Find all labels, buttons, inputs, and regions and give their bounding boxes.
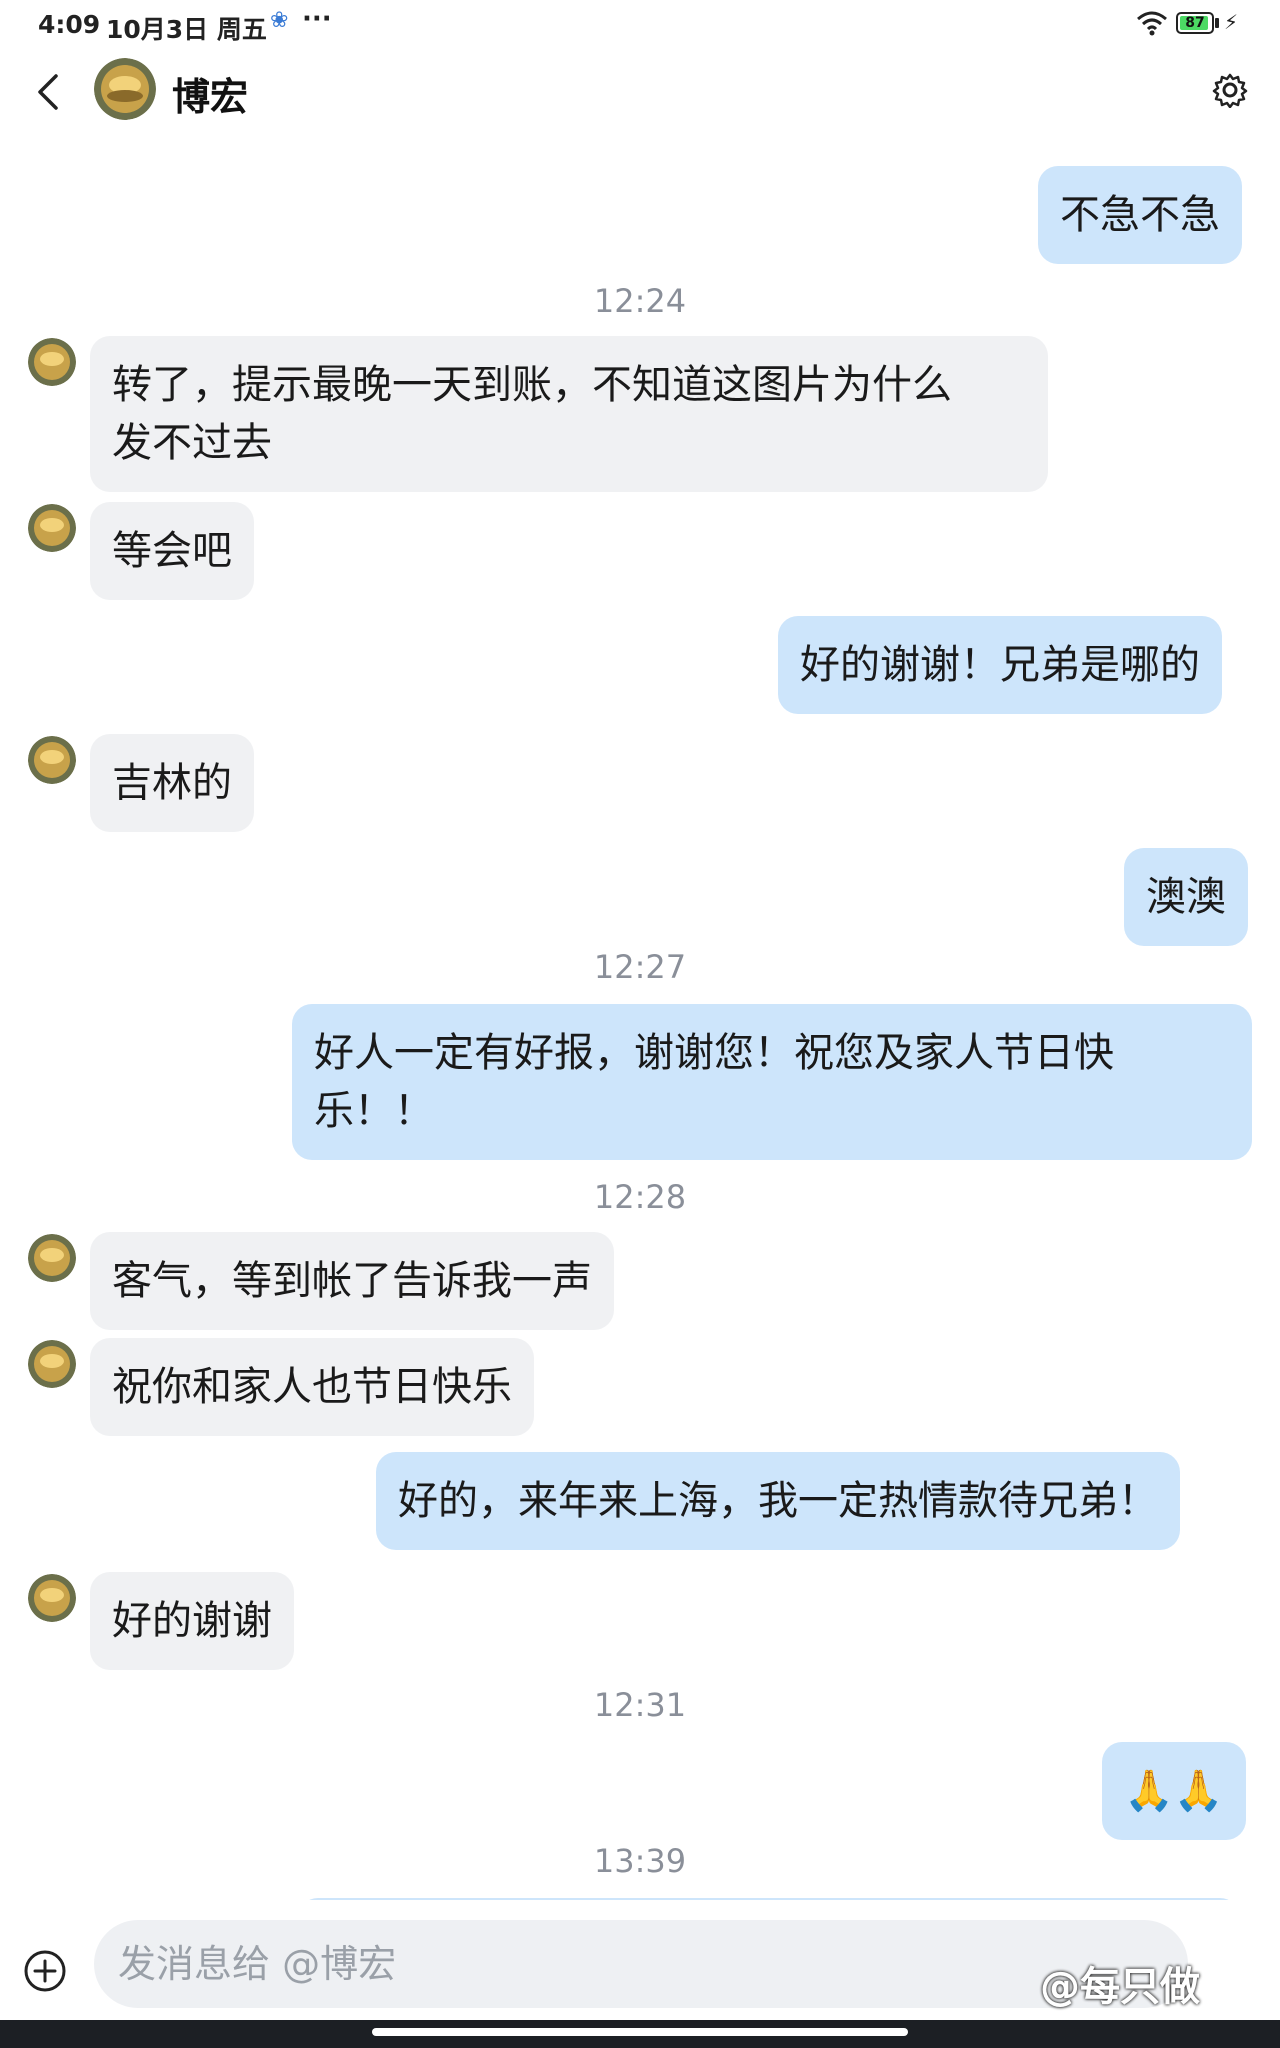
chevron-left-icon[interactable] bbox=[28, 70, 72, 114]
message-input-bar: @每只做 bbox=[0, 1900, 1280, 2020]
outgoing-message[interactable]: 不急不急 bbox=[1038, 166, 1242, 264]
plus-circle-icon[interactable] bbox=[22, 1948, 68, 1994]
wifi-icon bbox=[1137, 11, 1167, 36]
contact-avatar[interactable] bbox=[28, 504, 76, 552]
battery-level: 87 bbox=[1185, 15, 1205, 31]
status-date: 10月3日 周五 bbox=[106, 15, 267, 44]
navigation-bar bbox=[0, 2020, 1280, 2048]
watermark: @每只做 bbox=[1040, 1964, 1200, 2010]
message-list[interactable]: 不急不急 12:24 转了，提示最晚一天到账，不知道这图片为什么 发不过去 等会… bbox=[0, 140, 1280, 1918]
charging-icon: ⚡ bbox=[1224, 10, 1239, 34]
outgoing-message[interactable]: 好的，来年来上海，我一定热情款待兄弟！ bbox=[376, 1452, 1180, 1550]
incoming-message[interactable]: 好的谢谢 bbox=[90, 1572, 294, 1670]
contact-avatar[interactable] bbox=[28, 1574, 76, 1622]
message-timestamp: 12:31 bbox=[593, 1686, 687, 1724]
outgoing-message[interactable]: 好人一定有好报，谢谢您！祝您及家人节日快 乐！！ bbox=[292, 1004, 1252, 1160]
outgoing-message[interactable]: 澳澳 bbox=[1124, 848, 1248, 946]
incoming-message[interactable]: 转了，提示最晚一天到账，不知道这图片为什么 发不过去 bbox=[90, 336, 1048, 492]
status-more-indicator: ··· bbox=[302, 4, 332, 34]
message-timestamp: 12:28 bbox=[593, 1178, 687, 1216]
notification-app-icon: ❀ bbox=[270, 8, 289, 33]
incoming-message[interactable]: 客气，等到帐了告诉我一声 bbox=[90, 1232, 614, 1330]
home-indicator[interactable] bbox=[372, 2028, 908, 2036]
outgoing-message[interactable]: 🙏🙏 bbox=[1102, 1742, 1246, 1840]
gear-icon[interactable] bbox=[1212, 72, 1248, 108]
message-timestamp: 12:27 bbox=[593, 948, 687, 986]
contact-avatar[interactable] bbox=[94, 58, 156, 120]
contact-avatar[interactable] bbox=[28, 1234, 76, 1282]
contact-avatar[interactable] bbox=[28, 736, 76, 784]
message-timestamp: 12:24 bbox=[593, 282, 687, 320]
battery-tip bbox=[1215, 18, 1219, 28]
incoming-message[interactable]: 吉林的 bbox=[90, 734, 254, 832]
contact-avatar[interactable] bbox=[28, 1340, 76, 1388]
status-bar: 4:09 10月3日 周五 ❀ ··· 87 ⚡ bbox=[0, 0, 1280, 48]
message-input[interactable] bbox=[94, 1920, 1188, 2008]
contact-avatar[interactable] bbox=[28, 338, 76, 386]
chat-title: 博宏 bbox=[172, 75, 249, 119]
chat-header: 博宏 bbox=[0, 48, 1280, 140]
battery-icon: 87 bbox=[1176, 12, 1214, 34]
status-time: 4:09 bbox=[38, 10, 101, 39]
incoming-message[interactable]: 祝你和家人也节日快乐 bbox=[90, 1338, 534, 1436]
message-timestamp: 13:39 bbox=[593, 1842, 687, 1880]
outgoing-message[interactable]: 好的谢谢！兄弟是哪的 bbox=[778, 616, 1222, 714]
chat-screen: 4:09 10月3日 周五 ❀ ··· 87 ⚡ 博宏 不急不急 12:24 转… bbox=[0, 0, 1280, 2048]
incoming-message[interactable]: 等会吧 bbox=[90, 502, 254, 600]
